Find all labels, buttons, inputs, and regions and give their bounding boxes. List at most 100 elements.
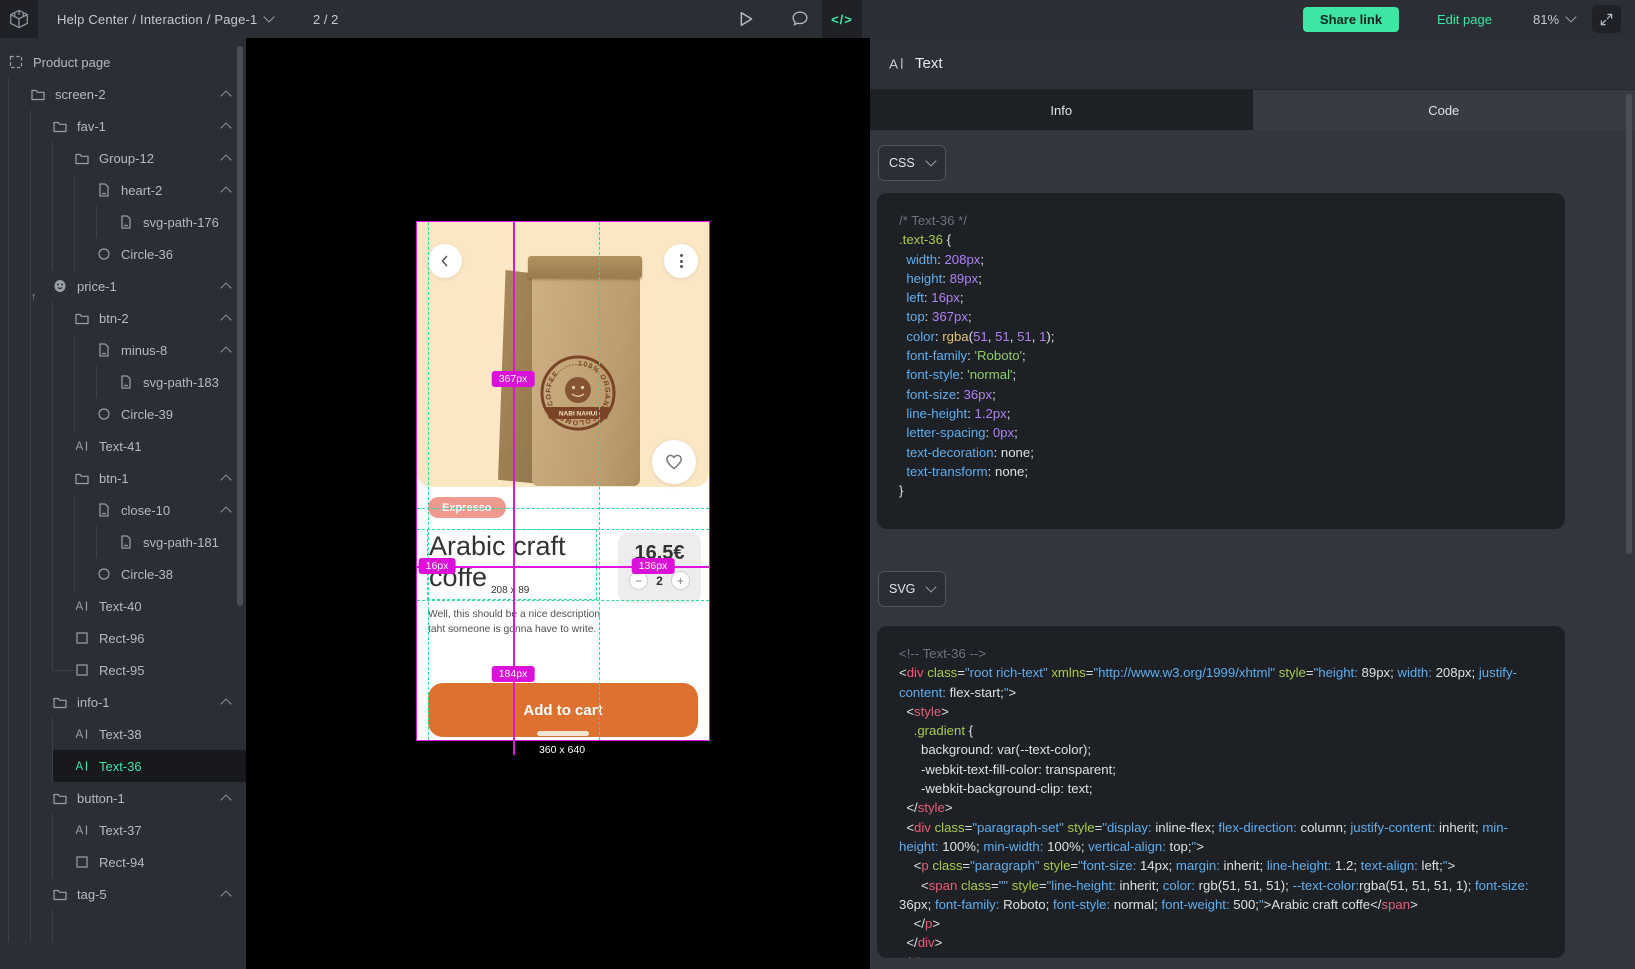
svg-code-block[interactable]: <!-- Text-36 --><div class="root rich-te… <box>877 626 1565 958</box>
tree-item-group-12[interactable]: Group-12 <box>0 142 246 174</box>
guide-line-horizontal-1 <box>417 508 709 509</box>
layer-name: btn-1 <box>99 471 129 486</box>
collapse-chevron-icon[interactable] <box>220 698 231 709</box>
layer-name: Rect-95 <box>99 663 145 678</box>
tree-item-screen-2[interactable]: screen-2 <box>0 78 246 110</box>
tree-item-btn-1[interactable]: btn-1 <box>0 462 246 494</box>
tree-item-price-1[interactable]: price-1↑ <box>0 270 246 302</box>
collapse-chevron-icon[interactable] <box>220 282 231 293</box>
fullscreen-button[interactable] <box>1592 5 1621 33</box>
bag-top-fold <box>528 256 642 278</box>
measure-label-right: 136px <box>632 558 675 574</box>
back-button[interactable] <box>428 244 462 278</box>
breadcrumb[interactable]: Help Center / Interaction / Page-1 <box>57 0 273 38</box>
tree-item-rect-94[interactable]: Rect-94 <box>0 846 246 878</box>
collapse-chevron-icon[interactable] <box>220 346 231 357</box>
home-indicator <box>537 731 589 736</box>
plus-button[interactable]: + <box>671 571 690 590</box>
more-menu-button[interactable] <box>664 244 698 278</box>
guide-line-left <box>428 222 429 740</box>
svg-text:A: A <box>76 729 84 741</box>
edit-page-link[interactable]: Edit page <box>1437 0 1492 38</box>
rect-icon <box>74 854 90 870</box>
tree-item-text-41[interactable]: AText-41 <box>0 430 246 462</box>
tree-item-heart-2[interactable]: heart-2 <box>0 174 246 206</box>
layer-name: Circle-39 <box>121 407 173 422</box>
tree-item-circle-36[interactable]: Circle-36 <box>0 238 246 270</box>
tree-item-svg-path-183[interactable]: svg-path-183 <box>0 366 246 398</box>
layer-name: Text-41 <box>99 439 142 454</box>
quantity-value: 2 <box>656 574 663 588</box>
tab-info[interactable]: Info <box>870 90 1253 130</box>
tree-item-circle-38[interactable]: Circle-38 <box>0 558 246 590</box>
tab-code[interactable]: Code <box>1253 90 1635 130</box>
collapse-chevron-icon[interactable] <box>220 122 231 133</box>
folder-icon <box>74 470 90 486</box>
tree-item-text-38[interactable]: A Text-38 <box>0 718 246 750</box>
add-to-cart-button[interactable]: Add to cart <box>428 683 698 737</box>
tree-item-rect-96[interactable]: Rect-96 <box>0 622 246 654</box>
tree-item-close-10[interactable]: close-10 <box>0 494 246 526</box>
tree-item-button-1[interactable]: button-1 <box>0 782 246 814</box>
sidebar-scrollbar[interactable] <box>237 46 243 606</box>
tree-item-svg-path-176[interactable]: svg-path-176 <box>0 206 246 238</box>
layer-name: Product page <box>33 55 110 70</box>
svg-text:A: A <box>889 56 898 71</box>
inspector-tabs: Info Code <box>870 90 1635 130</box>
inspector-panel: A Text Info Code CSS /* Text-36 */.text-… <box>870 38 1635 969</box>
comment-button[interactable] <box>788 0 812 38</box>
tree-item-info-1[interactable]: info-1 <box>0 686 246 718</box>
share-link-button[interactable]: Share link <box>1303 7 1399 32</box>
collapse-chevron-icon[interactable] <box>220 890 231 901</box>
tree-item-product page[interactable]: Product page <box>0 46 246 78</box>
zoom-control[interactable]: 81% <box>1533 0 1575 38</box>
tree-item-text-40[interactable]: AText-40 <box>0 590 246 622</box>
tree-item-tag-5[interactable]: tag-5 <box>0 878 246 910</box>
layer-tree: Product page screen-2 fav-1Group-12heart-2… <box>0 46 246 942</box>
collapse-chevron-icon[interactable] <box>220 186 231 197</box>
file-icon <box>118 374 134 390</box>
css-code-block[interactable]: /* Text-36 */.text-36 { width: 208px; he… <box>877 193 1565 529</box>
panel-scrollbar[interactable] <box>1626 94 1632 554</box>
file-icon <box>96 182 112 198</box>
text-type-icon: A <box>888 55 905 72</box>
collapse-chevron-icon[interactable] <box>220 794 231 805</box>
play-icon <box>739 11 754 27</box>
guide-line-horizontal-3 <box>417 600 709 601</box>
collapse-chevron-icon[interactable] <box>220 90 231 101</box>
folder-icon <box>52 886 68 902</box>
tree-item-rect-95[interactable]: Rect-95 <box>0 654 246 686</box>
tree-item-minus-8[interactable]: minus-8 <box>0 334 246 366</box>
heart-icon <box>664 452 684 472</box>
tree-item-svg-path-181[interactable]: svg-path-181 <box>0 526 246 558</box>
tree-item-text-37[interactable]: AText-37 <box>0 814 246 846</box>
topbar: Help Center / Interaction / Page-1 2 / 2… <box>0 0 1635 38</box>
folder-icon <box>74 150 90 166</box>
tree-item <box>0 910 246 942</box>
layer-name: svg-path-183 <box>143 375 219 390</box>
code-mode-button[interactable]: </> <box>822 0 862 38</box>
layer-name: tag-5 <box>77 887 107 902</box>
collapse-chevron-icon[interactable] <box>220 314 231 325</box>
tree-item-btn-2[interactable]: btn-2 <box>0 302 246 334</box>
css-format-select[interactable]: CSS <box>878 145 946 181</box>
tree-item-text-36[interactable]: AText-36 <box>0 750 246 782</box>
play-button[interactable] <box>735 0 757 38</box>
app-logo[interactable] <box>0 0 38 38</box>
circle-icon <box>96 406 112 422</box>
tree-item-fav-1[interactable]: fav-1 <box>0 110 246 142</box>
layer-name: close-10 <box>121 503 170 518</box>
layer-name: info-1 <box>77 695 110 710</box>
rect-icon <box>74 662 90 678</box>
layer-name: Text-38 <box>99 727 142 742</box>
collapse-chevron-icon[interactable] <box>220 474 231 485</box>
tree-item-circle-39[interactable]: Circle-39 <box>0 398 246 430</box>
measure-label-top: 367px <box>492 371 535 387</box>
svg-format-select[interactable]: SVG <box>878 571 946 607</box>
layer-name: screen-2 <box>55 87 106 102</box>
design-tool-app: Help Center / Interaction / Page-1 2 / 2… <box>0 0 1635 969</box>
favorite-button[interactable] <box>652 440 696 484</box>
text-icon: A <box>74 726 90 742</box>
collapse-chevron-icon[interactable] <box>220 154 231 165</box>
collapse-chevron-icon[interactable] <box>220 506 231 517</box>
